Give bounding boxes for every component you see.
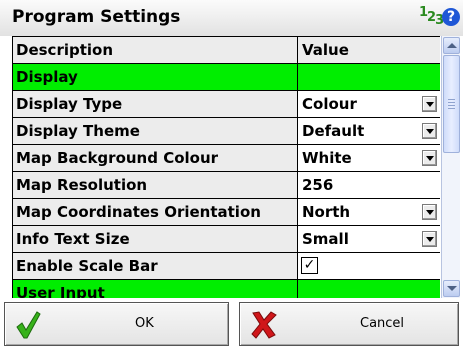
category-value (298, 280, 440, 298)
setting-row-map-resolution[interactable]: Map Resolution 256 (13, 172, 440, 199)
column-header-description[interactable]: Description (13, 37, 298, 64)
chevron-down-icon[interactable] (422, 204, 437, 220)
grip-line (448, 108, 455, 109)
display-type-select[interactable]: Colour (298, 91, 440, 118)
scroll-down-icon[interactable] (443, 280, 460, 297)
map-resolution-field[interactable]: 256 (298, 172, 440, 199)
setting-row-map-background-colour[interactable]: Map Background Colour White (13, 145, 440, 172)
setting-label: Display Type (13, 91, 298, 118)
chevron-down-icon[interactable] (422, 150, 437, 166)
select-value: White (302, 149, 352, 167)
grip-line (448, 102, 455, 103)
title-bar: Program Settings 123 ? (0, 0, 463, 36)
display-theme-select[interactable]: Default (298, 118, 440, 145)
category-label: Display (13, 64, 298, 91)
category-row-display[interactable]: Display (13, 64, 440, 91)
scrollbar-thumb[interactable] (443, 55, 460, 153)
field-value: 256 (302, 176, 334, 194)
chevron-down-icon[interactable] (422, 231, 437, 247)
setting-label: Info Text Size (13, 226, 298, 253)
select-value: North (302, 203, 351, 221)
grip-line (448, 105, 455, 106)
category-value (298, 64, 440, 91)
setting-row-display-theme[interactable]: Display Theme Default (13, 118, 440, 145)
map-background-colour-select[interactable]: White (298, 145, 440, 172)
map-coordinates-orientation-select[interactable]: North (298, 199, 440, 226)
select-value: Colour (302, 95, 357, 113)
select-value: Small (302, 230, 349, 248)
setting-row-display-type[interactable]: Display Type Colour (13, 91, 440, 118)
setting-label: Map Resolution (13, 172, 298, 199)
setting-label: Map Coordinates Orientation (13, 199, 298, 226)
category-label: User Input (13, 280, 298, 298)
cancel-button[interactable]: Cancel (239, 302, 459, 346)
grid-header: Description Value (13, 37, 440, 64)
cancel-label: Cancel (360, 316, 405, 331)
scroll-up-icon[interactable] (443, 37, 460, 54)
chevron-down-icon[interactable] (422, 123, 437, 139)
vertical-scrollbar[interactable] (441, 36, 460, 298)
info-text-size-select[interactable]: Small (298, 226, 440, 253)
window-title: Program Settings (12, 7, 181, 27)
checkmark-icon (16, 311, 41, 339)
select-value: Default (302, 122, 365, 140)
numbers-icon[interactable]: 123 (419, 5, 444, 28)
setting-label: Map Background Colour (13, 145, 298, 172)
setting-row-enable-scale-bar[interactable]: Enable Scale Bar ✓ (13, 253, 440, 280)
cross-icon (251, 311, 277, 339)
setting-label: Enable Scale Bar (13, 253, 298, 280)
chevron-down-icon[interactable] (422, 96, 437, 112)
ok-label: OK (135, 316, 154, 331)
setting-row-map-coordinates-orientation[interactable]: Map Coordinates Orientation North (13, 199, 440, 226)
setting-label: Display Theme (13, 118, 298, 145)
help-icon[interactable]: ? (442, 8, 460, 26)
enable-scale-bar-cell: ✓ (298, 253, 440, 280)
category-row-user-input[interactable]: User Input (13, 280, 440, 298)
grip-line (448, 99, 455, 100)
enable-scale-bar-checkbox[interactable]: ✓ (301, 257, 318, 274)
ok-button[interactable]: OK (4, 302, 229, 346)
settings-grid: Description Value Display Display Type C… (12, 36, 440, 298)
column-header-value[interactable]: Value (298, 37, 440, 64)
setting-row-info-text-size[interactable]: Info Text Size Small (13, 226, 440, 253)
